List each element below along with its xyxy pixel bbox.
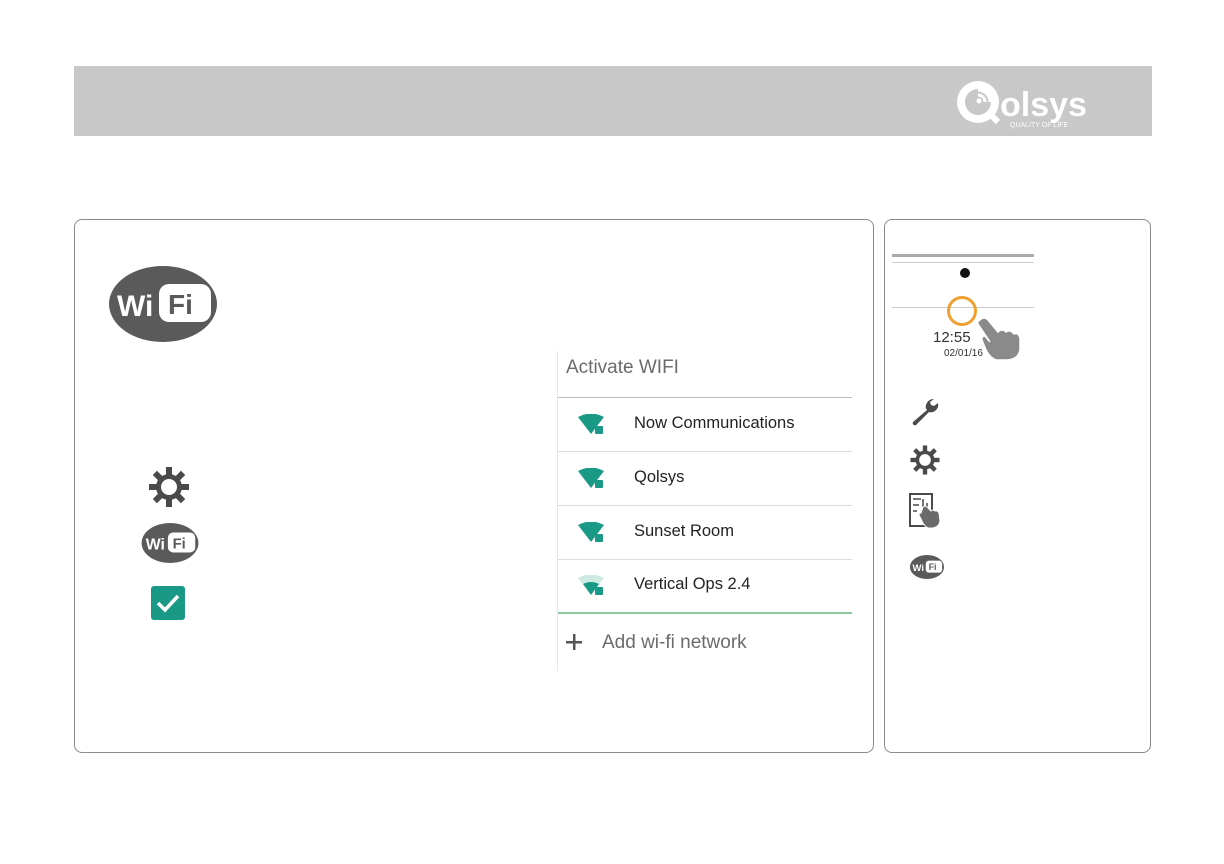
wifi-signal-locked-icon [578, 521, 604, 544]
header-bar: olsys QUALITY OF LIFE [74, 66, 1152, 136]
add-wifi-network-button[interactable]: Add wi-fi network [602, 632, 747, 654]
wifi-network-row[interactable]: Qolsys [558, 452, 852, 506]
wifi-network-name: Vertical Ops 2.4 [634, 575, 751, 593]
wifi-screen-title: Activate WIFI [566, 357, 679, 378]
wifi-signal-locked-icon [578, 413, 604, 436]
svg-text:Fi: Fi [173, 536, 186, 552]
wifi-network-list: Activate WIFI Now Communications Qolsys … [557, 351, 852, 671]
svg-text:olsys: olsys [1000, 86, 1087, 124]
gear-icon [909, 444, 941, 476]
wrench-icon [910, 397, 940, 427]
svg-text:Fi: Fi [929, 562, 937, 572]
divider [558, 612, 852, 614]
status-dot [960, 268, 970, 278]
wifi-network-row[interactable]: Now Communications [558, 398, 852, 452]
navigation-panel: 12:55 02/01/16 Wi Fi [884, 219, 1151, 753]
svg-text:QUALITY OF LIFE: QUALITY OF LIFE [1010, 122, 1069, 129]
wifi-network-row[interactable]: Vertical Ops 2.4 [558, 559, 852, 612]
gear-icon [147, 465, 191, 509]
touch-panel-icon [909, 493, 943, 529]
divider [892, 254, 1034, 257]
pointing-hand-icon [972, 310, 1024, 362]
plus-icon[interactable] [564, 632, 584, 652]
wifi-setup-panel: Wi Fi Wi Fi Activate WIFI Now Communicat… [74, 219, 874, 753]
svg-text:Wi: Wi [912, 563, 924, 574]
wifi-network-name: Now Communications [634, 414, 795, 432]
qolsys-logo: olsys QUALITY OF LIFE [954, 76, 1130, 130]
checkbox-checked-icon [151, 586, 185, 620]
wifi-logo-large: Wi Fi [109, 266, 217, 342]
wifi-signal-weak-locked-icon [578, 574, 604, 597]
svg-text:Wi: Wi [117, 290, 153, 323]
clock-time: 12:55 [933, 329, 971, 346]
wifi-logo-icon: Wi Fi [909, 555, 945, 579]
svg-text:Fi: Fi [168, 289, 193, 320]
status-bar-screenshot: 12:55 02/01/16 [892, 252, 1034, 362]
wifi-logo-icon: Wi Fi [140, 523, 200, 563]
wifi-network-name: Qolsys [634, 468, 685, 486]
wifi-network-name: Sunset Room [634, 522, 734, 540]
svg-text:Wi: Wi [146, 536, 165, 553]
wifi-signal-locked-icon [578, 467, 604, 490]
wifi-network-row[interactable]: Sunset Room [558, 506, 852, 560]
divider [892, 262, 1034, 263]
